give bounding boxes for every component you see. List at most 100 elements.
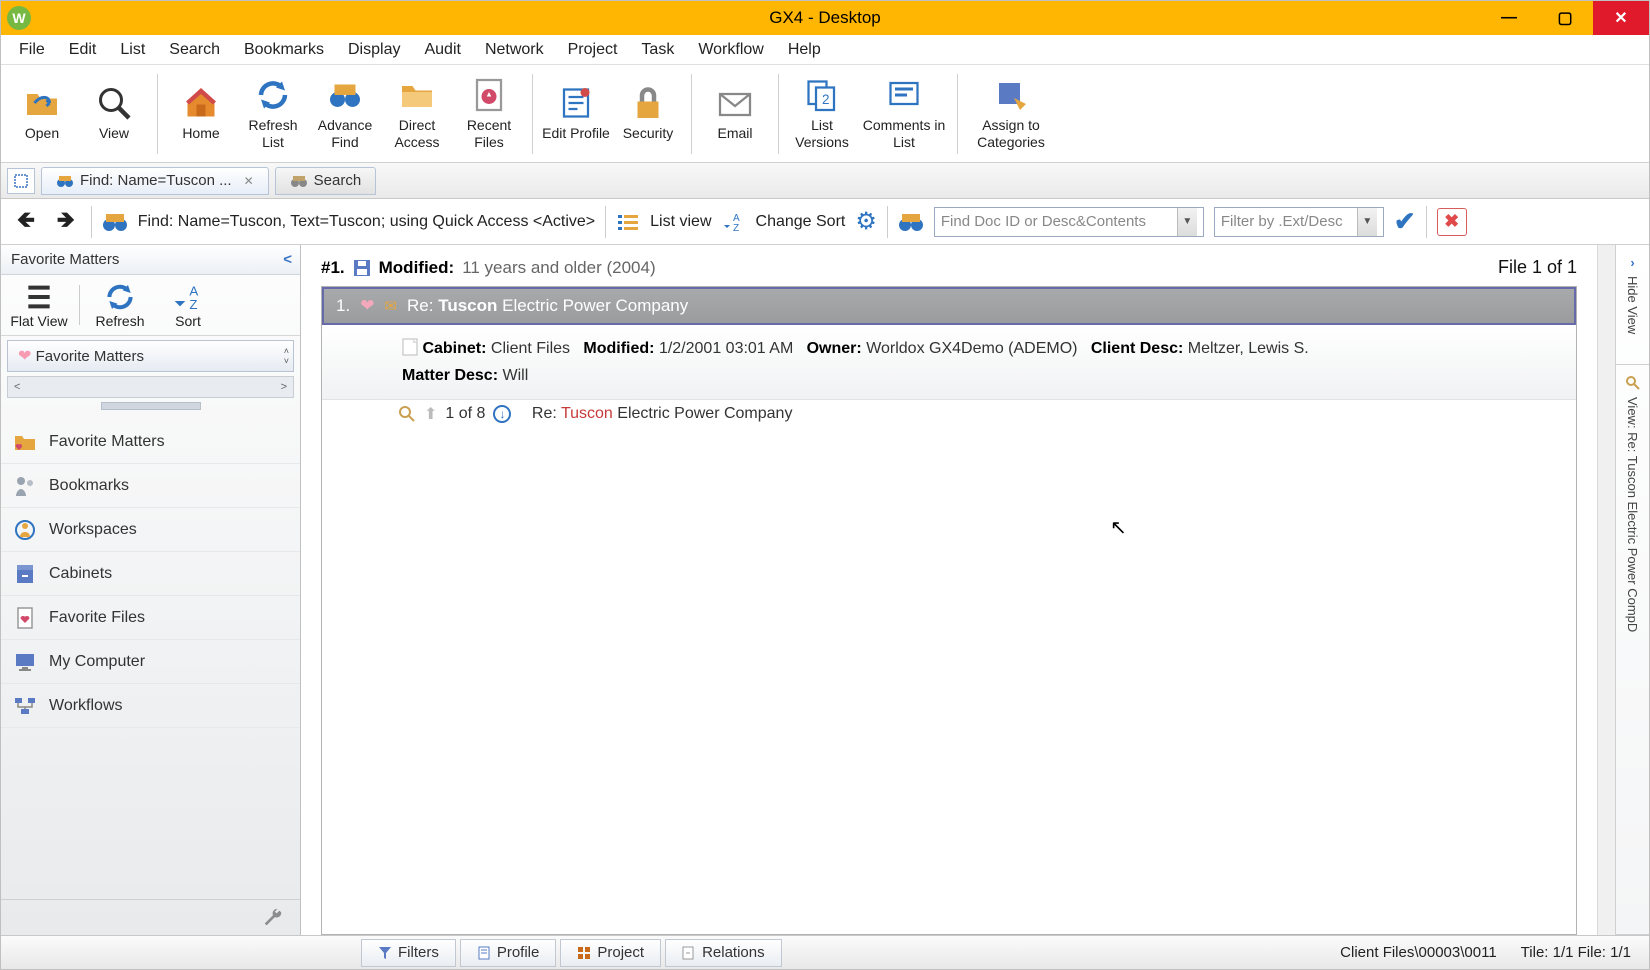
tool-email[interactable]: Email [700, 68, 770, 160]
sidetool-refresh[interactable]: Refresh [88, 281, 152, 329]
profile-icon [558, 85, 594, 121]
heart-icon: ❤ [18, 346, 31, 366]
changesort-button[interactable]: Change Sort [756, 213, 846, 231]
collapse-icon[interactable]: < [283, 251, 292, 268]
sidetool-sort[interactable]: AZ Sort [156, 281, 220, 329]
recent-icon [471, 77, 507, 113]
tool-comments[interactable]: Comments in List [859, 68, 949, 160]
tool-list-versions[interactable]: 2 List Versions [787, 68, 857, 160]
binoculars-icon[interactable] [898, 212, 924, 232]
sidetool-refresh-label: Refresh [95, 313, 144, 329]
clear-button[interactable]: ✖ [1437, 208, 1467, 236]
nav-favorite-files[interactable]: Favorite Files [1, 596, 300, 640]
nav-bookmarks[interactable]: Bookmarks [1, 464, 300, 508]
gear-icon[interactable]: ⚙ [855, 207, 877, 236]
sidebar-splitter[interactable] [101, 402, 201, 410]
computer-icon [13, 650, 37, 674]
tool-refresh-list[interactable]: Refresh List [238, 68, 308, 160]
status-tab-filters[interactable]: Filters [361, 939, 456, 967]
menu-edit[interactable]: Edit [57, 37, 109, 63]
maximize-button[interactable]: ▢ [1537, 1, 1593, 35]
chevron-down-icon: ▼ [1357, 208, 1377, 236]
rail-hide-view[interactable]: › Hide View [1616, 245, 1649, 365]
rail-preview-label: View: Re: Tuscon Electric Power CompD [1625, 397, 1640, 632]
tool-refresh-label: Refresh List [238, 117, 308, 149]
tool-assign-categories[interactable]: Assign to Categories [966, 68, 1056, 160]
right-rail: › Hide View View: Re: Tuscon Electric Po… [1615, 245, 1649, 935]
tab-search[interactable]: Search [275, 167, 377, 195]
close-button[interactable]: ✕ [1593, 1, 1649, 35]
listview-button[interactable]: List view [650, 213, 711, 231]
menu-list[interactable]: List [108, 37, 157, 63]
hit-context: Re: Tuscon Electric Power Company [532, 405, 793, 423]
next-hit-button[interactable]: ↓ [493, 405, 511, 423]
tool-edit-profile[interactable]: Edit Profile [541, 68, 611, 160]
chevron-right-icon: › [1630, 255, 1634, 270]
sidebar-hscroll[interactable]: <> [7, 376, 294, 398]
prev-hit-button[interactable]: ⬆ [424, 404, 437, 424]
sidebar-list-header[interactable]: ❤ Favorite Matters ˄˅ [7, 340, 294, 372]
menu-audit[interactable]: Audit [412, 37, 472, 63]
titlebar: W GX4 - Desktop — ▢ ✕ [1, 1, 1649, 35]
tool-home[interactable]: Home [166, 68, 236, 160]
project-icon [577, 946, 591, 960]
tool-direct-access[interactable]: Direct Access [382, 68, 452, 160]
cursor-icon: ↖ [1110, 515, 1127, 540]
menu-help[interactable]: Help [776, 37, 833, 63]
tool-advfind-label: Advance Find [310, 117, 380, 149]
wrench-icon[interactable] [262, 907, 284, 929]
nav-my-computer[interactable]: My Computer [1, 640, 300, 684]
tool-advance-find[interactable]: Advance Find [310, 68, 380, 160]
nav-forward-button[interactable]: 🡺 [51, 203, 81, 241]
rail-preview[interactable]: View: Re: Tuscon Electric Power CompD [1616, 365, 1649, 935]
nav-workspaces[interactable]: Workspaces [1, 508, 300, 552]
tool-security[interactable]: Security [613, 68, 683, 160]
versions-icon: 2 [804, 77, 840, 113]
minimize-button[interactable]: — [1481, 1, 1537, 35]
tab-find-close[interactable]: ✕ [244, 174, 254, 188]
tool-home-label: Home [182, 125, 219, 141]
sidetool-flat-view[interactable]: Flat View [7, 281, 71, 329]
sidebar-footer [1, 899, 300, 935]
menu-search[interactable]: Search [157, 37, 232, 63]
vertical-scrollbar[interactable] [1597, 245, 1615, 935]
status-path: Client Files\00003\0011 [1340, 944, 1497, 961]
filter-dropdown[interactable]: Filter by .Ext/Desc ▼ [1214, 207, 1384, 237]
tab-find[interactable]: Find: Name=Tuscon ... ✕ [41, 167, 269, 195]
result-row-selected[interactable]: 1. ❤ ✉ Re: Tuscon Electric Power Company [322, 287, 1576, 325]
search-dropdown[interactable]: Find Doc ID or Desc&Contents ▼ [934, 207, 1204, 237]
magnifier-icon [96, 85, 132, 121]
menu-display[interactable]: Display [336, 37, 412, 63]
magnifier-icon[interactable] [398, 405, 416, 423]
binoculars-icon [327, 77, 363, 113]
apply-button[interactable]: ✔ [1394, 206, 1416, 237]
status-tab-project[interactable]: Project [560, 939, 661, 967]
binoculars-icon [56, 174, 74, 188]
folder-heart-icon [13, 430, 37, 454]
relations-icon [682, 946, 696, 960]
status-tab-relations[interactable]: Relations [665, 939, 782, 967]
menu-bookmarks[interactable]: Bookmarks [232, 37, 336, 63]
menu-task[interactable]: Task [629, 37, 686, 63]
tool-view[interactable]: View [79, 68, 149, 160]
funnel-icon [378, 946, 392, 960]
nav-workflows[interactable]: Workflows [1, 684, 300, 728]
menu-file[interactable]: File [7, 37, 57, 63]
nav-cabinets[interactable]: Cabinets [1, 552, 300, 596]
binoculars-icon [102, 212, 128, 232]
toolbar-separator [957, 74, 958, 154]
hit-counter: 1 of 8 [445, 405, 485, 423]
tool-recent-files[interactable]: Recent Files [454, 68, 524, 160]
nav-back-button[interactable]: 🡸 [11, 203, 41, 241]
tool-open[interactable]: Open [7, 68, 77, 160]
menu-network[interactable]: Network [473, 37, 556, 63]
tab-menu-button[interactable] [7, 168, 35, 194]
menu-project[interactable]: Project [556, 37, 630, 63]
comments-icon [886, 77, 922, 113]
spinner-icon[interactable]: ˄˅ [284, 346, 289, 366]
nav-favorite-matters[interactable]: Favorite Matters [1, 420, 300, 464]
menu-workflow[interactable]: Workflow [686, 37, 776, 63]
categories-icon [993, 77, 1029, 113]
nav-label: Workspaces [49, 521, 137, 539]
status-tab-profile[interactable]: Profile [460, 939, 557, 967]
